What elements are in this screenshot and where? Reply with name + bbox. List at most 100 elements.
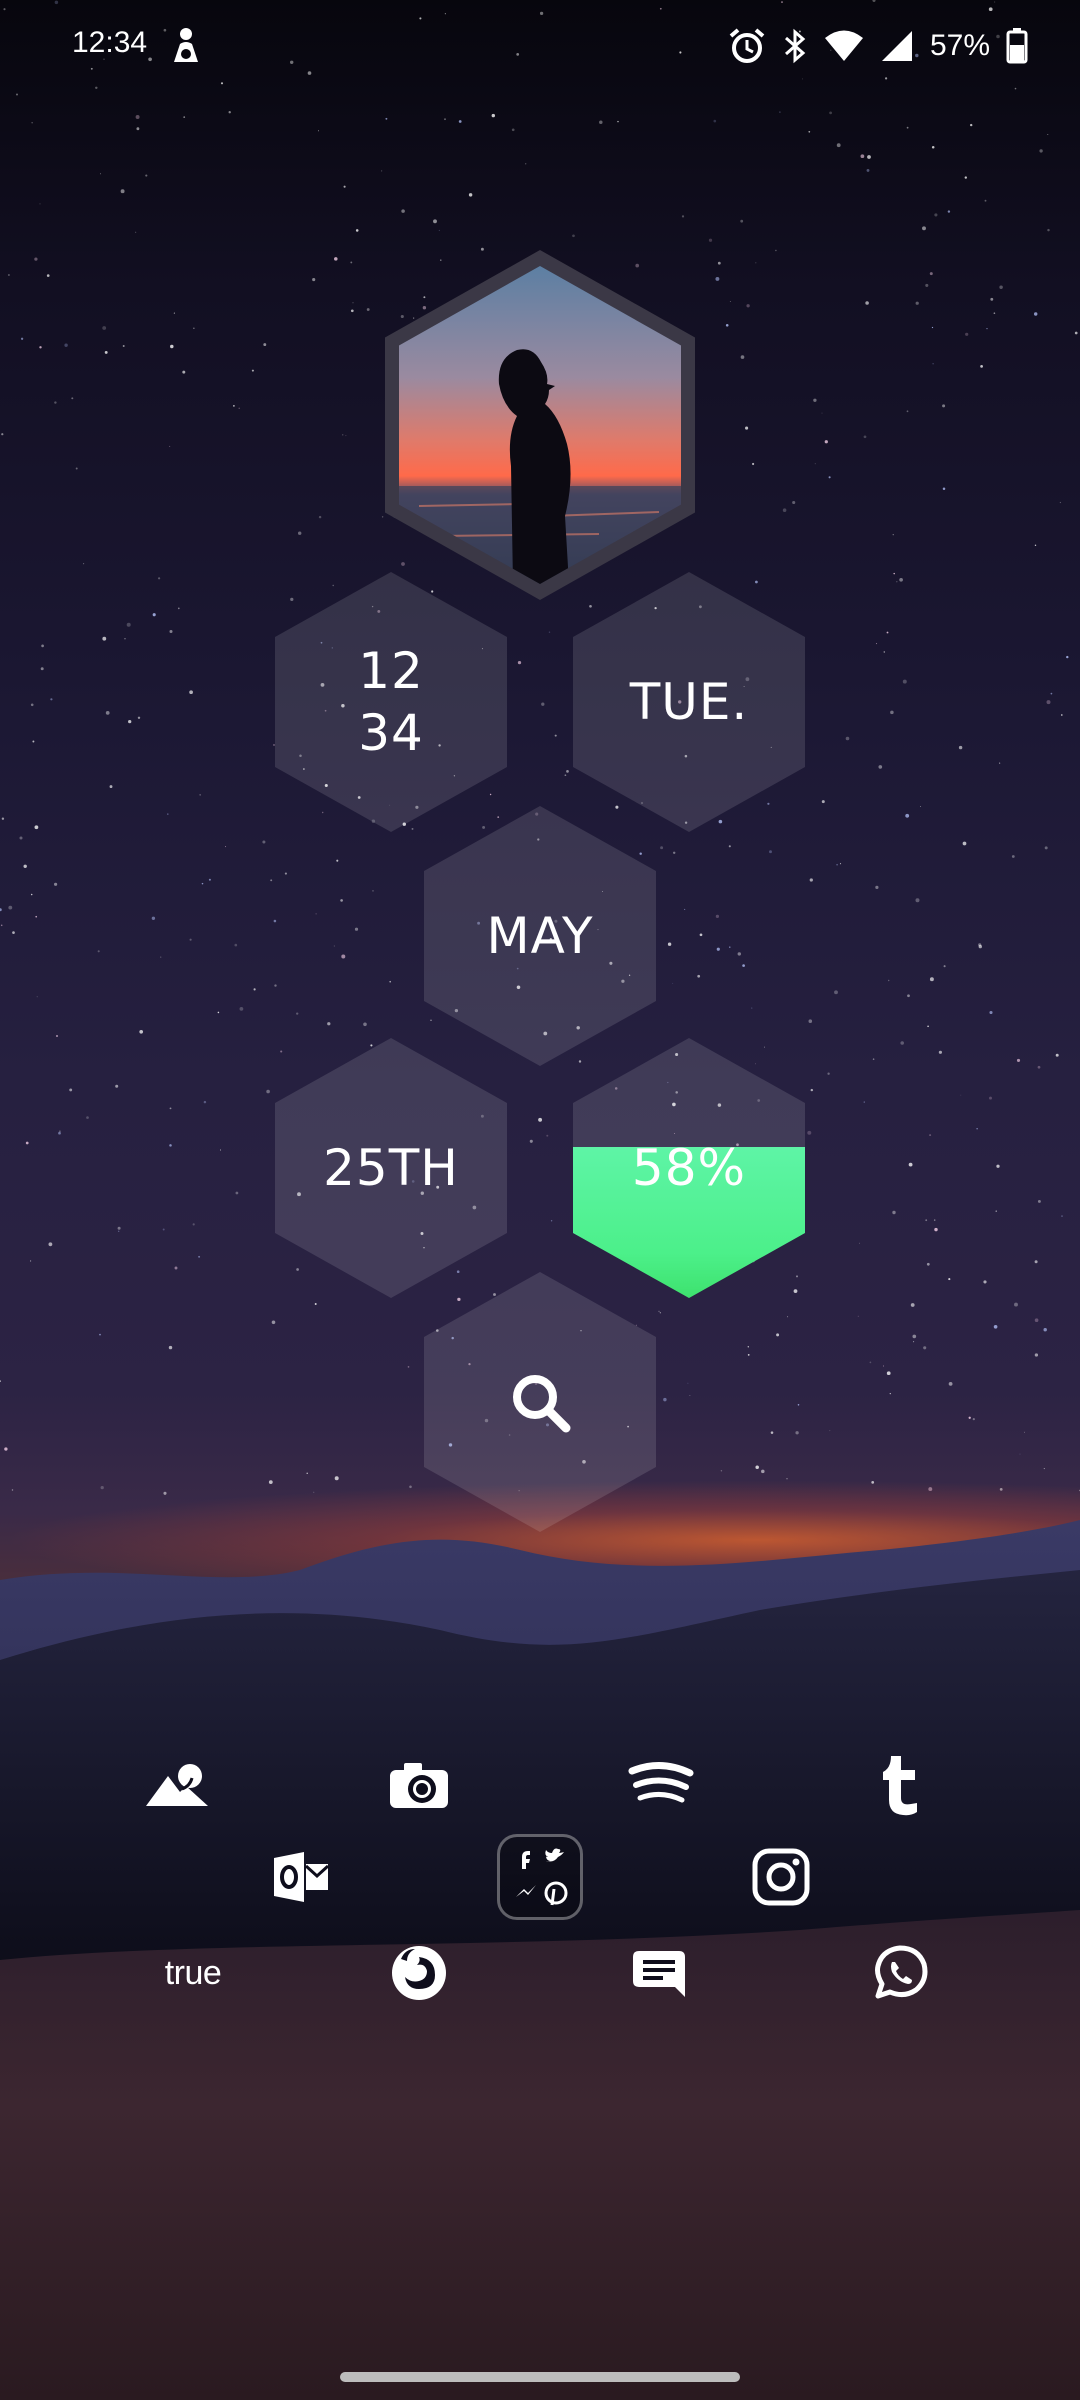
star [808, 1019, 813, 1023]
star [350, 261, 353, 264]
star [422, 306, 427, 310]
star [343, 185, 346, 188]
star [128, 719, 132, 724]
star [755, 1465, 759, 1469]
tumblr-app[interactable] [856, 1740, 946, 1830]
star [385, 117, 388, 120]
star [927, 1025, 929, 1028]
star [718, 819, 723, 824]
star [332, 584, 334, 587]
star [872, 1058, 875, 1060]
star [752, 462, 755, 466]
star [251, 369, 254, 372]
star [896, 580, 898, 583]
star [97, 950, 100, 953]
instagram-icon [752, 1848, 810, 1906]
star [189, 938, 192, 941]
star [284, 872, 287, 875]
star [635, 1324, 637, 1326]
star [728, 845, 731, 848]
star [20, 337, 24, 340]
star [271, 1320, 276, 1325]
star [189, 690, 193, 695]
star [809, 878, 813, 882]
star [667, 942, 672, 946]
star [167, 813, 169, 815]
outlook-app[interactable] [256, 1832, 346, 1922]
star [865, 301, 869, 305]
gesture-nav-handle[interactable] [340, 2372, 740, 2382]
star [797, 1404, 800, 1406]
star [943, 965, 946, 968]
star [182, 370, 186, 374]
outlook-icon [274, 1852, 330, 1902]
star [170, 344, 174, 349]
star [720, 1470, 723, 1472]
star [1, 433, 4, 436]
star [787, 1316, 789, 1318]
star [931, 326, 934, 329]
messages-icon [633, 1951, 685, 1997]
star [942, 404, 946, 408]
star [740, 355, 745, 359]
star [169, 1107, 172, 1110]
star [480, 247, 484, 251]
star [931, 145, 935, 149]
star [102, 326, 107, 330]
star [795, 1431, 799, 1435]
star [932, 363, 934, 365]
star [83, 563, 85, 565]
star [876, 643, 878, 645]
star [942, 487, 946, 490]
star [1074, 331, 1078, 335]
battery-percent: 57% [929, 29, 990, 62]
star [273, 744, 275, 746]
star [493, 1293, 496, 1296]
star [863, 1101, 865, 1103]
star [1024, 1431, 1025, 1433]
star [0, 1380, 1, 1382]
firefox-app[interactable] [374, 1928, 464, 2018]
gallery-app[interactable] [132, 1740, 222, 1830]
star [793, 1289, 798, 1293]
star [746, 304, 750, 308]
star [122, 345, 125, 347]
star [366, 308, 370, 311]
star [225, 846, 227, 848]
star [889, 1392, 891, 1395]
star [1, 817, 5, 820]
star [413, 317, 415, 319]
spotify-app[interactable] [616, 1740, 706, 1830]
star [892, 534, 894, 536]
star [989, 1096, 992, 1100]
star [0, 908, 2, 912]
star [4, 1447, 8, 1451]
instagram-app[interactable] [736, 1832, 826, 1922]
star [892, 1210, 896, 1215]
star [813, 398, 817, 402]
whatsapp-app[interactable] [856, 1928, 946, 2018]
star [713, 119, 717, 123]
star [109, 785, 113, 789]
star [866, 168, 870, 172]
star [1044, 846, 1048, 850]
pinterest-icon [544, 1881, 568, 1906]
true-app[interactable]: true [138, 1928, 248, 2018]
star [54, 882, 58, 886]
star [253, 988, 256, 991]
star [867, 155, 871, 159]
silhouette-sunset-photo [399, 266, 681, 584]
star [999, 762, 1001, 764]
camera-app[interactable] [374, 1740, 464, 1830]
star [1061, 1215, 1063, 1217]
star [1019, 1453, 1021, 1455]
star [926, 1262, 930, 1266]
messages-app[interactable] [614, 1928, 704, 2018]
status-bar: 12:34 57% [0, 0, 1080, 96]
star [208, 878, 211, 881]
social-folder[interactable] [497, 1834, 583, 1920]
star [755, 580, 758, 584]
star [886, 1371, 891, 1376]
star [1059, 501, 1062, 504]
star [615, 805, 619, 809]
